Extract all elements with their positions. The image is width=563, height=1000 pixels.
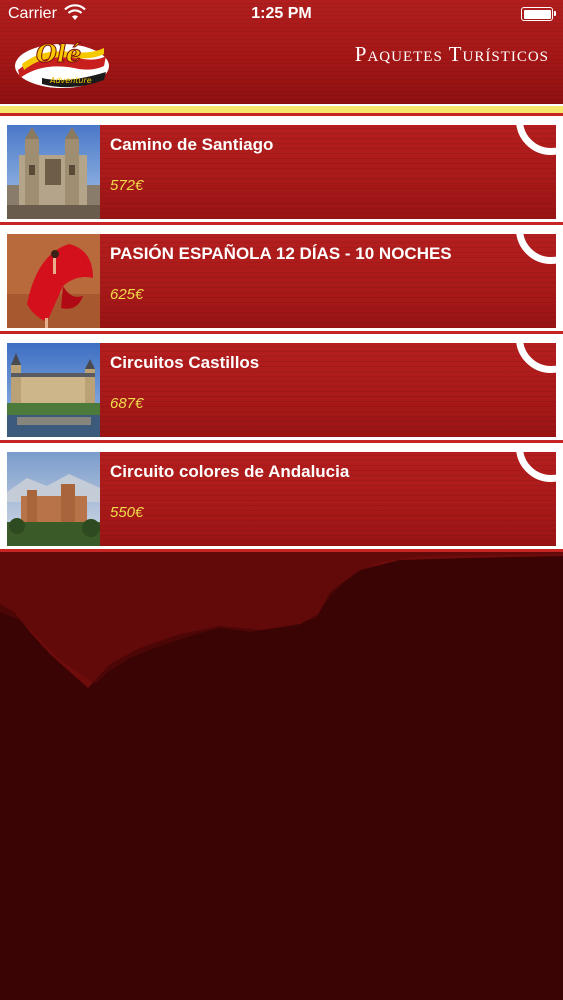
ole-adventure-logo[interactable]: Olé Adventure	[12, 32, 112, 94]
alhambra-photo	[7, 452, 100, 546]
mountain-silhouette-background	[0, 552, 563, 1000]
list-item[interactable]: PASIÓN ESPAÑOLA 12 DÍAS - 10 NOCHES 625€	[0, 225, 563, 334]
package-price: 625€	[110, 286, 144, 303]
status-bar: Carrier 1:25 PM	[0, 0, 563, 28]
card-corner-arc	[516, 452, 556, 482]
battery-icon	[521, 7, 556, 21]
page-title: Paquetes Turísticos	[354, 42, 549, 66]
card-corner-arc	[516, 343, 556, 373]
list-item[interactable]: Circuitos Castillos 687€	[0, 334, 563, 443]
svg-text:Olé: Olé	[36, 39, 81, 68]
svg-text:Adventure: Adventure	[49, 76, 92, 85]
flamenco-dancer-photo	[7, 234, 100, 328]
castle-photo	[7, 343, 100, 437]
package-card[interactable]: Circuito colores de Andalucia 550€	[100, 452, 556, 546]
package-name: Circuito colores de Andalucia	[110, 462, 350, 481]
app-header: Carrier 1:25 PM Olé Adventure Paquetes T…	[0, 0, 563, 104]
package-price: 572€	[110, 177, 144, 194]
status-time: 1:25 PM	[251, 5, 312, 22]
header-accent-band	[0, 104, 563, 116]
package-card[interactable]: Circuitos Castillos 687€	[100, 343, 556, 437]
package-price: 550€	[110, 504, 144, 521]
cathedral-photo	[7, 125, 100, 219]
package-name: PASIÓN ESPAÑOLA 12 DÍAS - 10 NOCHES	[110, 244, 452, 263]
package-card[interactable]: PASIÓN ESPAÑOLA 12 DÍAS - 10 NOCHES 625€	[100, 234, 556, 328]
card-corner-arc	[516, 234, 556, 264]
package-list: Camino de Santiago 572€ PASIÓN ESPAÑOLA …	[0, 116, 563, 552]
list-item[interactable]: Camino de Santiago 572€	[0, 116, 563, 225]
package-card[interactable]: Camino de Santiago 572€	[100, 125, 556, 219]
package-name: Circuitos Castillos	[110, 353, 260, 372]
card-corner-arc	[516, 125, 556, 155]
package-price: 687€	[110, 395, 144, 412]
package-name: Camino de Santiago	[110, 135, 274, 154]
list-item[interactable]: Circuito colores de Andalucia 550€	[0, 443, 563, 552]
